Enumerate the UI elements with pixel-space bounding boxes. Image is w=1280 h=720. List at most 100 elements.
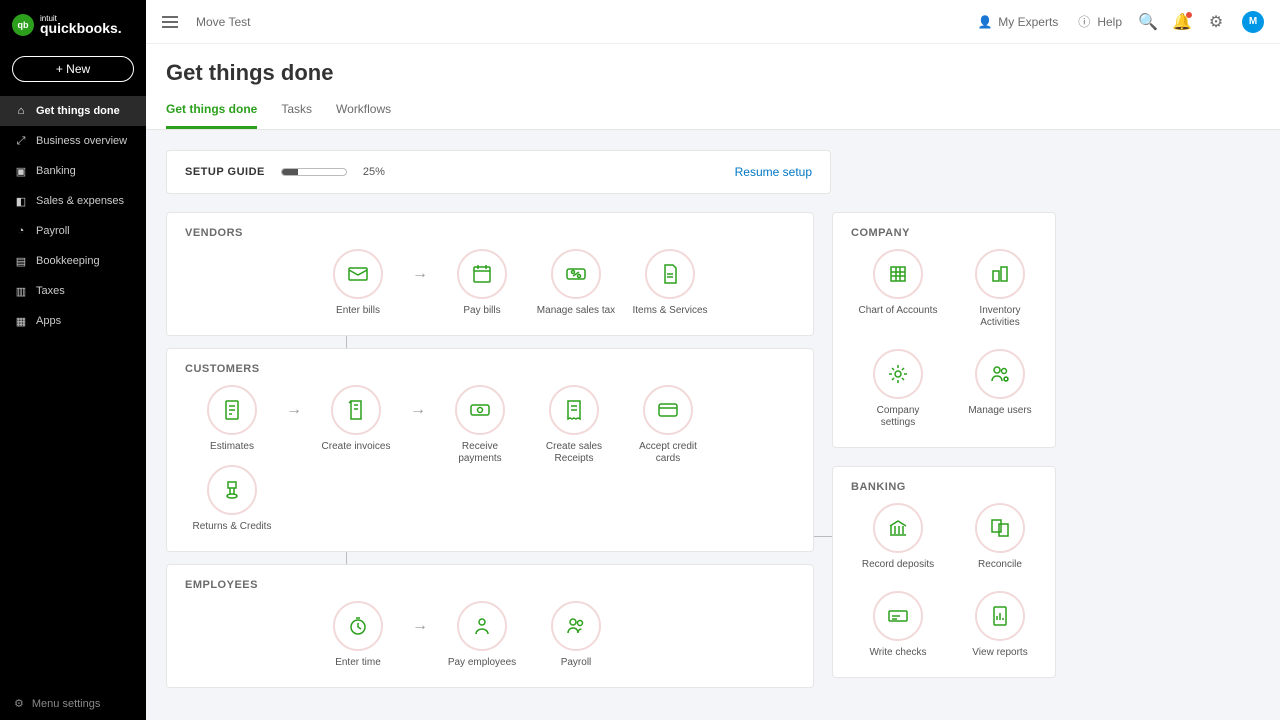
arrow-icon [279, 385, 309, 435]
vendors-panel: VENDORS Enter bills Pay bills Manage sal… [166, 212, 814, 336]
gear-icon: ⚙ [14, 697, 24, 710]
gear-icon [886, 362, 910, 386]
sidebar-item-bookkeeping[interactable]: ▤Bookkeeping [0, 246, 146, 276]
tile-enter-time[interactable]: Enter time [311, 601, 405, 669]
main: Move Test 👤My Experts ⓘHelp 🔍 🔔 ⚙ M Get … [146, 0, 1280, 720]
sidebar: intuit quickbooks. + New ⌂Get things don… [0, 0, 146, 720]
tile-create-invoices[interactable]: Create invoices [309, 385, 403, 453]
invoice-icon [344, 398, 368, 422]
chart-icon: ⤢ [14, 134, 28, 148]
tile-reconcile[interactable]: Reconcile [953, 503, 1047, 571]
tile-items-services[interactable]: Items & Services [623, 249, 717, 317]
book-icon: ▤ [14, 254, 28, 268]
setup-guide: SETUP GUIDE 25% Resume setup [166, 150, 831, 194]
employees-title: EMPLOYEES [185, 579, 795, 591]
company-panel: COMPANY Chart of Accounts Inventory Acti… [832, 212, 1056, 448]
home-icon: ⌂ [14, 104, 28, 118]
tabs: Get things done Tasks Workflows [146, 86, 1280, 130]
tile-returns-credits[interactable]: Returns & Credits [185, 465, 279, 533]
page-header: Get things done [146, 44, 1280, 86]
arrow-icon [405, 601, 435, 651]
tile-accept-credit-cards[interactable]: Accept credit cards [621, 385, 715, 465]
tile-manage-sales-tax[interactable]: Manage sales tax [529, 249, 623, 317]
tile-pay-employees[interactable]: Pay employees [435, 601, 529, 669]
people-icon [564, 614, 588, 638]
logo-icon [12, 14, 34, 36]
tile-pay-bills[interactable]: Pay bills [435, 249, 529, 317]
tab-get-things-done[interactable]: Get things done [166, 102, 257, 129]
banking-title: BANKING [851, 481, 1037, 493]
customers-title: CUSTOMERS [185, 363, 795, 375]
progress-bar [281, 168, 347, 176]
tile-manage-users[interactable]: Manage users [953, 349, 1047, 429]
tile-view-reports[interactable]: View reports [953, 591, 1047, 659]
tile-receive-payments[interactable]: Receive payments [433, 385, 527, 465]
hamburger-icon[interactable] [162, 16, 178, 28]
tab-workflows[interactable]: Workflows [336, 102, 391, 129]
tile-create-sales-receipts[interactable]: Create sales Receipts [527, 385, 621, 465]
grid-icon [886, 262, 910, 286]
percent-icon [564, 262, 588, 286]
tile-inventory-activities[interactable]: Inventory Activities [953, 249, 1047, 329]
sidebar-item-taxes[interactable]: ▥Taxes [0, 276, 146, 306]
my-experts-button[interactable]: 👤My Experts [977, 14, 1058, 30]
company-name: Move Test [196, 15, 250, 29]
clock-icon [346, 614, 370, 638]
sidebar-item-sales-expenses[interactable]: ◧Sales & expenses [0, 186, 146, 216]
sidebar-item-banking[interactable]: ▣Banking [0, 156, 146, 186]
tile-write-checks[interactable]: Write checks [851, 591, 945, 659]
tile-enter-bills[interactable]: Enter bills [311, 249, 405, 317]
content: SETUP GUIDE 25% Resume setup VENDORS [146, 130, 1280, 720]
returns-icon [220, 478, 244, 502]
taxes-icon: ▥ [14, 284, 28, 298]
bank-icon: ▣ [14, 164, 28, 178]
pay-person-icon [470, 614, 494, 638]
check-icon [886, 604, 910, 628]
bank-building-icon [886, 516, 910, 540]
tile-estimates[interactable]: Estimates [185, 385, 279, 453]
estimate-icon [220, 398, 244, 422]
sidebar-item-apps[interactable]: ▦Apps [0, 306, 146, 336]
company-title: COMPANY [851, 227, 1037, 239]
sidebar-item-business-overview[interactable]: ⤢Business overview [0, 126, 146, 156]
topbar: Move Test 👤My Experts ⓘHelp 🔍 🔔 ⚙ M [146, 0, 1280, 44]
envelope-icon [346, 262, 370, 286]
new-button[interactable]: + New [12, 56, 134, 82]
notifications-icon[interactable]: 🔔 [1174, 14, 1190, 30]
arrow-icon [405, 249, 435, 299]
tile-chart-of-accounts[interactable]: Chart of Accounts [851, 249, 945, 329]
tag-icon: ◧ [14, 194, 28, 208]
settings-icon[interactable]: ⚙ [1208, 14, 1224, 30]
money-icon [468, 398, 492, 422]
sidebar-item-payroll[interactable]: ◔Payroll [0, 216, 146, 246]
setup-label: SETUP GUIDE [185, 166, 265, 178]
tile-company-settings[interactable]: Company settings [851, 349, 945, 429]
logo-text: intuit quickbooks. [40, 14, 122, 36]
help-button[interactable]: ⓘHelp [1076, 14, 1122, 30]
logo: intuit quickbooks. [0, 0, 146, 50]
apps-icon: ▦ [14, 314, 28, 328]
banking-panel: BANKING Record deposits Reconcile Write … [832, 466, 1056, 678]
document-icon [658, 262, 682, 286]
tab-tasks[interactable]: Tasks [281, 102, 312, 129]
page-title: Get things done [166, 60, 1260, 86]
search-icon[interactable]: 🔍 [1140, 14, 1156, 30]
progress-percent: 25% [363, 166, 385, 178]
person-icon: 👤 [977, 14, 993, 30]
receipt-icon [562, 398, 586, 422]
tile-record-deposits[interactable]: Record deposits [851, 503, 945, 571]
calendar-icon [470, 262, 494, 286]
tile-payroll[interactable]: Payroll [529, 601, 623, 669]
customers-panel: CUSTOMERS Estimates Create invoices Rece… [166, 348, 814, 552]
payroll-icon: ◔ [14, 224, 28, 238]
avatar[interactable]: M [1242, 11, 1264, 33]
credit-card-icon [656, 398, 680, 422]
arrow-icon [403, 385, 433, 435]
menu-settings[interactable]: ⚙Menu settings [0, 687, 146, 720]
reconcile-icon [988, 516, 1012, 540]
users-icon [988, 362, 1012, 386]
resume-setup-link[interactable]: Resume setup [735, 165, 812, 179]
sidebar-item-get-things-done[interactable]: ⌂Get things done [0, 96, 146, 126]
vendors-title: VENDORS [185, 227, 795, 239]
report-icon [988, 604, 1012, 628]
